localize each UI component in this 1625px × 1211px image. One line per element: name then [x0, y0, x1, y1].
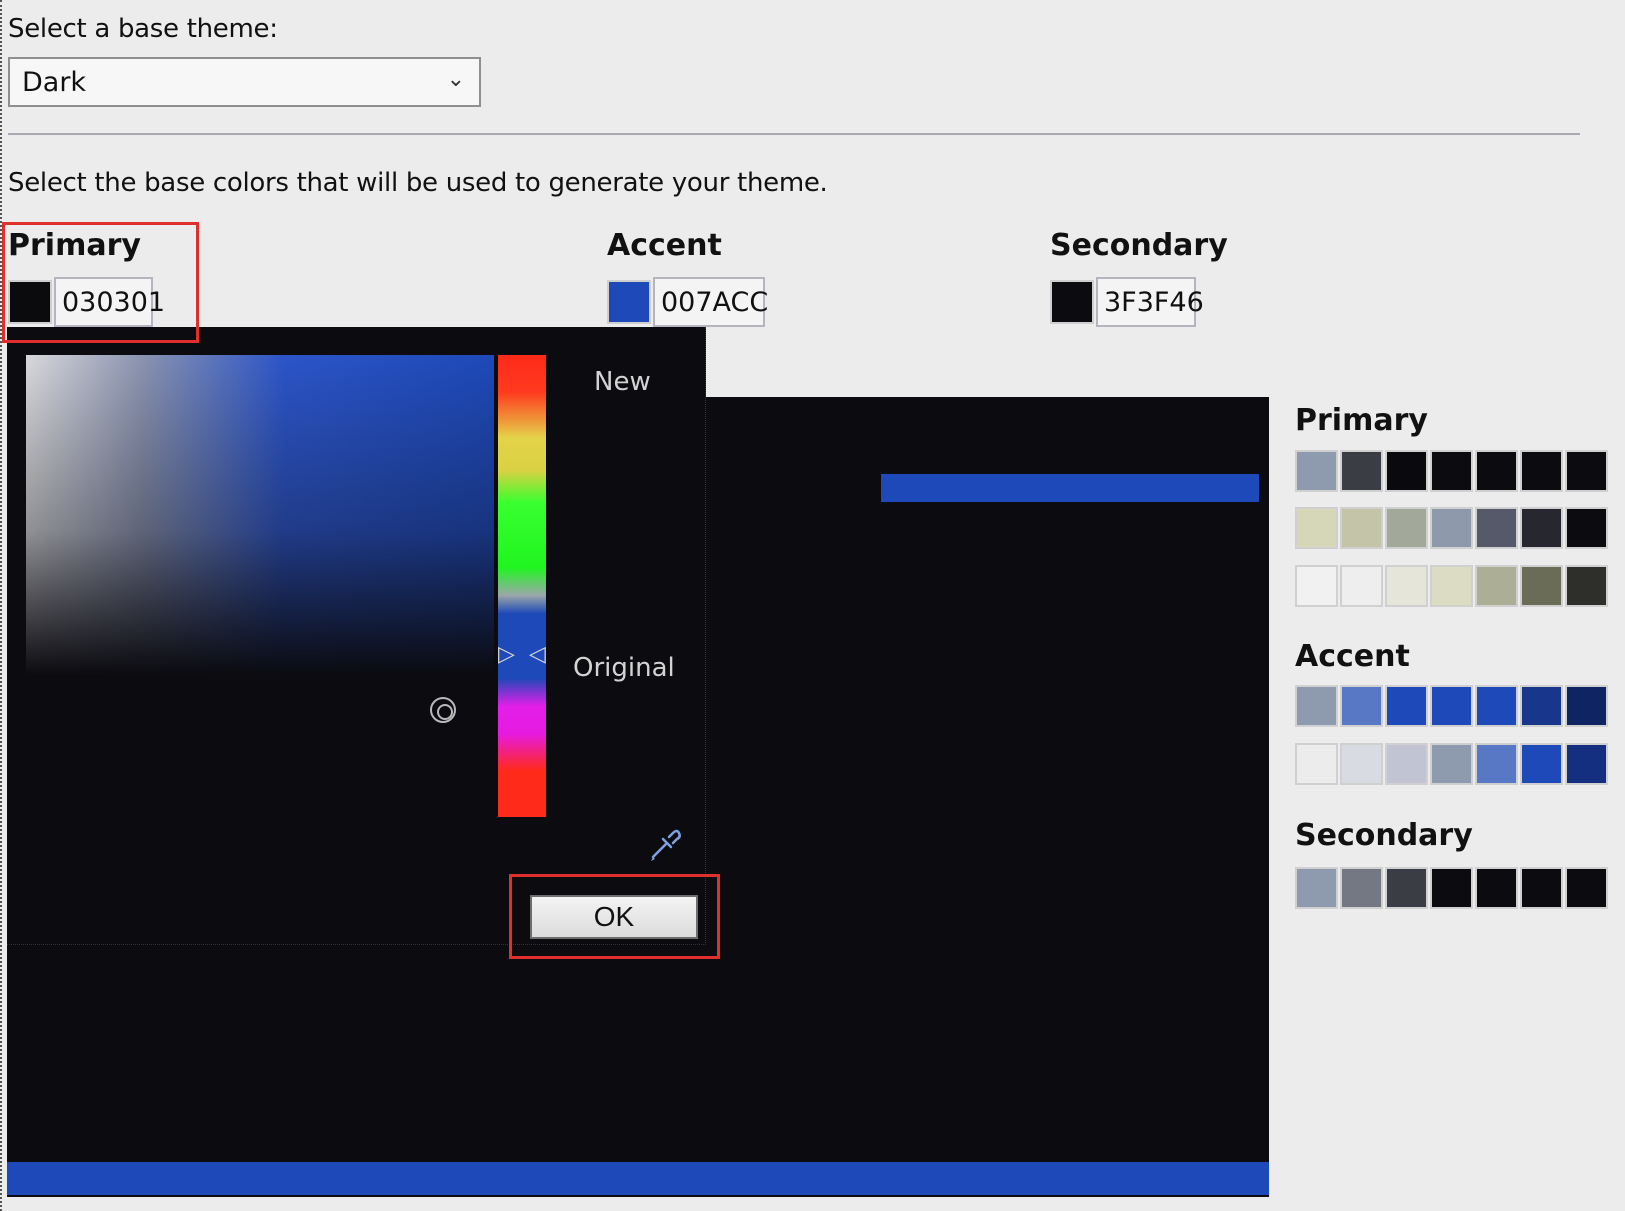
palette-swatch[interactable]: [1385, 507, 1428, 549]
palette-secondary-heading: Secondary: [1295, 818, 1473, 853]
palette-swatch[interactable]: [1520, 507, 1563, 549]
window-edge: [0, 0, 4, 1211]
palette-swatch[interactable]: [1520, 565, 1563, 607]
palette-swatch[interactable]: [1565, 867, 1608, 909]
palette-primary-heading: Primary: [1295, 403, 1428, 438]
palette-swatch[interactable]: [1295, 565, 1338, 607]
palette-swatch[interactable]: [1430, 867, 1473, 909]
palette-swatch[interactable]: [1565, 743, 1608, 785]
palette-secondary-row: [1295, 867, 1608, 909]
palette-swatch[interactable]: [1340, 450, 1383, 492]
palette-swatch[interactable]: [1475, 685, 1518, 727]
saturation-value-field[interactable]: [26, 355, 494, 675]
palette-swatch[interactable]: [1475, 450, 1518, 492]
palette-swatch[interactable]: [1430, 685, 1473, 727]
palette-swatch[interactable]: [1340, 867, 1383, 909]
secondary-swatch[interactable]: [1050, 280, 1094, 324]
palette-accent-row: [1295, 743, 1608, 785]
chevron-down-icon: ⌄: [446, 67, 465, 92]
ok-highlight-box: [509, 874, 720, 959]
palette-swatch[interactable]: [1475, 867, 1518, 909]
preview-status-bar: [7, 1162, 1269, 1195]
palette-swatch[interactable]: [1565, 565, 1608, 607]
palette-swatch[interactable]: [1520, 450, 1563, 492]
secondary-hex-input[interactable]: 3F3F46: [1096, 277, 1204, 327]
palette-primary-row: [1295, 565, 1608, 607]
palette-swatch[interactable]: [1295, 450, 1338, 492]
palette-swatch[interactable]: [1295, 867, 1338, 909]
palette-swatch[interactable]: [1295, 685, 1338, 727]
palette-swatch[interactable]: [1340, 507, 1383, 549]
base-theme-label: Select a base theme:: [8, 14, 278, 44]
palette-swatch[interactable]: [1430, 743, 1473, 785]
palette-swatch[interactable]: [1340, 685, 1383, 727]
base-theme-dropdown[interactable]: Dark ⌄: [8, 57, 481, 107]
palette-swatch[interactable]: [1430, 565, 1473, 607]
color-picker-popup: ▷ ◁ New Original: [7, 327, 706, 945]
accent-hex-input[interactable]: 007ACC: [653, 277, 768, 327]
palette-swatch[interactable]: [1430, 507, 1473, 549]
primary-highlight-box: [2, 222, 199, 343]
palette-primary-row: [1295, 507, 1608, 549]
palette-swatch[interactable]: [1475, 743, 1518, 785]
secondary-color-field: 3F3F46: [1050, 277, 1204, 327]
hue-slider[interactable]: [498, 355, 546, 817]
palette-swatch[interactable]: [1520, 685, 1563, 727]
hue-marker-left-icon[interactable]: ▷: [498, 642, 515, 667]
original-color-label: Original: [573, 653, 675, 683]
palette-swatch[interactable]: [1565, 450, 1608, 492]
palette-swatch[interactable]: [1295, 507, 1338, 549]
color-target-icon[interactable]: [430, 697, 456, 723]
palette-swatch[interactable]: [1475, 507, 1518, 549]
eyedropper-icon[interactable]: [647, 827, 683, 863]
secondary-heading: Secondary: [1050, 228, 1228, 263]
accent-heading: Accent: [607, 228, 722, 263]
palette-swatch[interactable]: [1340, 743, 1383, 785]
palette-swatch[interactable]: [1340, 565, 1383, 607]
new-color-label: New: [594, 367, 651, 397]
palette-swatch[interactable]: [1385, 685, 1428, 727]
divider: [8, 133, 1580, 135]
hue-marker-right-icon[interactable]: ◁: [529, 642, 546, 667]
palette-swatch[interactable]: [1385, 450, 1428, 492]
palette-accent-row: [1295, 685, 1608, 727]
palette-swatch[interactable]: [1385, 743, 1428, 785]
palette-swatch[interactable]: [1475, 565, 1518, 607]
palette-swatch[interactable]: [1565, 507, 1608, 549]
palette-swatch[interactable]: [1295, 743, 1338, 785]
base-theme-value: Dark: [22, 66, 87, 98]
palette-swatch[interactable]: [1385, 867, 1428, 909]
palette-swatch[interactable]: [1520, 867, 1563, 909]
palette-accent-heading: Accent: [1295, 639, 1410, 674]
palette-primary-row: [1295, 450, 1608, 492]
accent-color-field: 007ACC: [607, 277, 768, 327]
palette-swatch[interactable]: [1565, 685, 1608, 727]
accent-swatch[interactable]: [607, 280, 651, 324]
palette-swatch[interactable]: [1385, 565, 1428, 607]
instructions-text: Select the base colors that will be used…: [8, 168, 828, 198]
preview-accent-bar: [881, 474, 1259, 502]
palette-swatch[interactable]: [1520, 743, 1563, 785]
palette-swatch[interactable]: [1430, 450, 1473, 492]
